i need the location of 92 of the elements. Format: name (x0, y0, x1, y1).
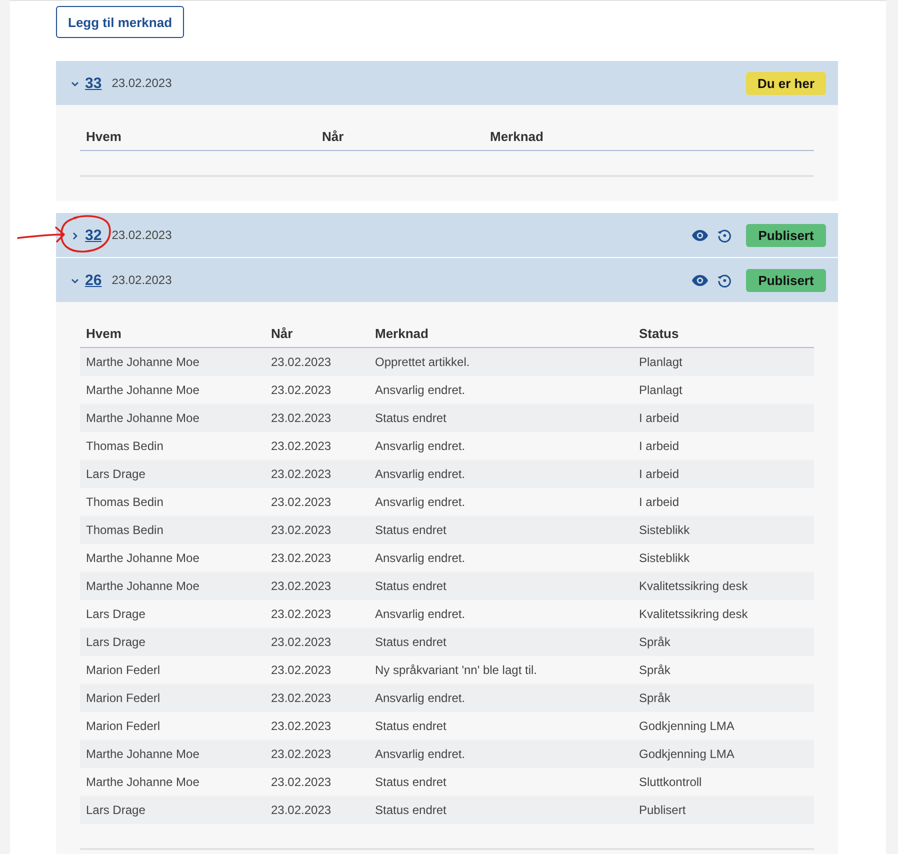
table-cell: Lars Drage (80, 460, 265, 488)
table-cell-text: Språk (638, 662, 672, 679)
table-cell: Ansvarlig endret. (369, 684, 633, 712)
column-header: Når (321, 129, 345, 144)
table-cell: Marthe Johanne Moe (80, 348, 265, 376)
table-cell-text: Status endret (374, 718, 448, 735)
version-link[interactable]: 26 (85, 272, 102, 288)
table-cell: Språk (633, 628, 814, 656)
table-cell-text: Ansvarlig endret. (374, 550, 466, 567)
table-cell-text: I arbeid (638, 494, 680, 511)
status-badge: Publisert (746, 224, 826, 246)
table-cell: Status endret (369, 404, 633, 432)
chevron-icon[interactable] (71, 232, 79, 240)
version-date: 23.02.2023 (112, 76, 172, 90)
eye-icon[interactable] (692, 274, 708, 286)
table-cell: Planlagt (633, 348, 814, 376)
table-cell-text: Thomas Bedin (85, 438, 164, 455)
version-date: 23.02.2023 (112, 273, 172, 287)
table-cell: I arbeid (633, 460, 814, 488)
table-cell: 23.02.2023 (265, 404, 369, 432)
table-cell-text: Kvalitetssikring desk (638, 606, 749, 623)
history-icon[interactable] (717, 272, 732, 288)
table-cell-text: 23.02.2023 (270, 550, 332, 567)
table-cell-text: 23.02.2023 (270, 438, 332, 455)
chevron-icon[interactable] (71, 276, 79, 284)
table-cell: Status endret (369, 628, 633, 656)
table-cell: Marthe Johanne Moe (80, 404, 265, 432)
table-cell-text: Ny språkvariant 'nn' ble lagt til. (374, 662, 538, 679)
column-header: Merknad (489, 129, 544, 144)
table-cell: Ansvarlig endret. (369, 460, 633, 488)
table-cell-text: 23.02.2023 (270, 382, 332, 399)
table-cell-text: Ansvarlig endret. (374, 494, 466, 511)
table-cell: 23.02.2023 (265, 516, 369, 544)
history-icon[interactable] (717, 228, 732, 242)
table-cell: Ansvarlig endret. (369, 740, 633, 768)
table-cell-text: Sisteblikk (638, 550, 691, 567)
table-cell: Sisteblikk (633, 516, 814, 544)
table-cell-text: Marion Federl (85, 662, 162, 679)
table-cell: 23.02.2023 (265, 348, 369, 376)
column-header: Hvem (85, 129, 122, 144)
table-cell: Marion Federl (80, 684, 265, 712)
table-cell: 23.02.2023 (265, 684, 369, 712)
table-cell-text: Sluttkontroll (638, 774, 703, 791)
table-cell: Godkjenning LMA (633, 740, 814, 768)
column-header: Status (638, 326, 680, 341)
status-badge: Publisert (746, 268, 826, 292)
version-link[interactable]: 33 (85, 74, 102, 92)
table-cell-text: Planlagt (638, 382, 684, 399)
version-link[interactable]: 32 (85, 226, 102, 244)
add-note-button[interactable]: Legg til merknad (56, 6, 184, 38)
table-cell: Lars Drage (80, 796, 265, 824)
table-cell-text: Lars Drage (85, 606, 146, 623)
table-cell: I arbeid (633, 404, 814, 432)
table-cell: Status endret (369, 796, 633, 824)
table-cell: Marthe Johanne Moe (80, 572, 265, 600)
table-cell: Kvalitetssikring desk (633, 572, 814, 600)
table-cell: Marthe Johanne Moe (80, 740, 265, 768)
table-cell: Språk (633, 684, 814, 712)
table-cell: Opprettet artikkel. (369, 348, 633, 376)
table-cell-text: I arbeid (638, 438, 680, 455)
table-cell: 23.02.2023 (265, 740, 369, 768)
table-cell: 23.02.2023 (265, 628, 369, 656)
table-cell-text: Thomas Bedin (85, 494, 164, 511)
table-cell: 23.02.2023 (265, 460, 369, 488)
version-date: 23.02.2023 (112, 228, 172, 242)
table-cell-text: 23.02.2023 (270, 718, 332, 735)
table-cell-text: 23.02.2023 (270, 662, 332, 679)
chevron-icon[interactable] (71, 80, 79, 88)
table-cell: Status endret (369, 572, 633, 600)
table-cell-text: 23.02.2023 (270, 494, 332, 511)
table-cell-text: Status endret (374, 774, 448, 791)
table-cell-text: Marthe Johanne Moe (85, 382, 200, 399)
table-cell: Publisert (633, 796, 814, 824)
table-cell: Lars Drage (80, 628, 265, 656)
table-cell-text: Marthe Johanne Moe (85, 550, 200, 567)
column-header: Hvem (85, 326, 122, 341)
table-cell-text: 23.02.2023 (270, 774, 332, 791)
table-cell-text: Ansvarlig endret. (374, 382, 466, 399)
table-cell-text: Marion Federl (85, 718, 162, 735)
table-cell: Thomas Bedin (80, 516, 265, 544)
column-header: Når (270, 326, 294, 341)
table-cell-text: Ansvarlig endret. (374, 606, 466, 623)
table-cell-text: Godkjenning LMA (638, 718, 736, 735)
status-badge: Du er her (746, 72, 826, 94)
table-cell-text: Marthe Johanne Moe (85, 774, 200, 791)
eye-icon[interactable] (692, 230, 708, 240)
column-header: Merknad (374, 326, 430, 341)
table-cell: Status endret (369, 516, 633, 544)
table-cell-text: 23.02.2023 (270, 606, 332, 623)
table-cell-text: Ansvarlig endret. (374, 438, 466, 455)
table-cell: 23.02.2023 (265, 572, 369, 600)
table-cell: 23.02.2023 (265, 796, 369, 824)
